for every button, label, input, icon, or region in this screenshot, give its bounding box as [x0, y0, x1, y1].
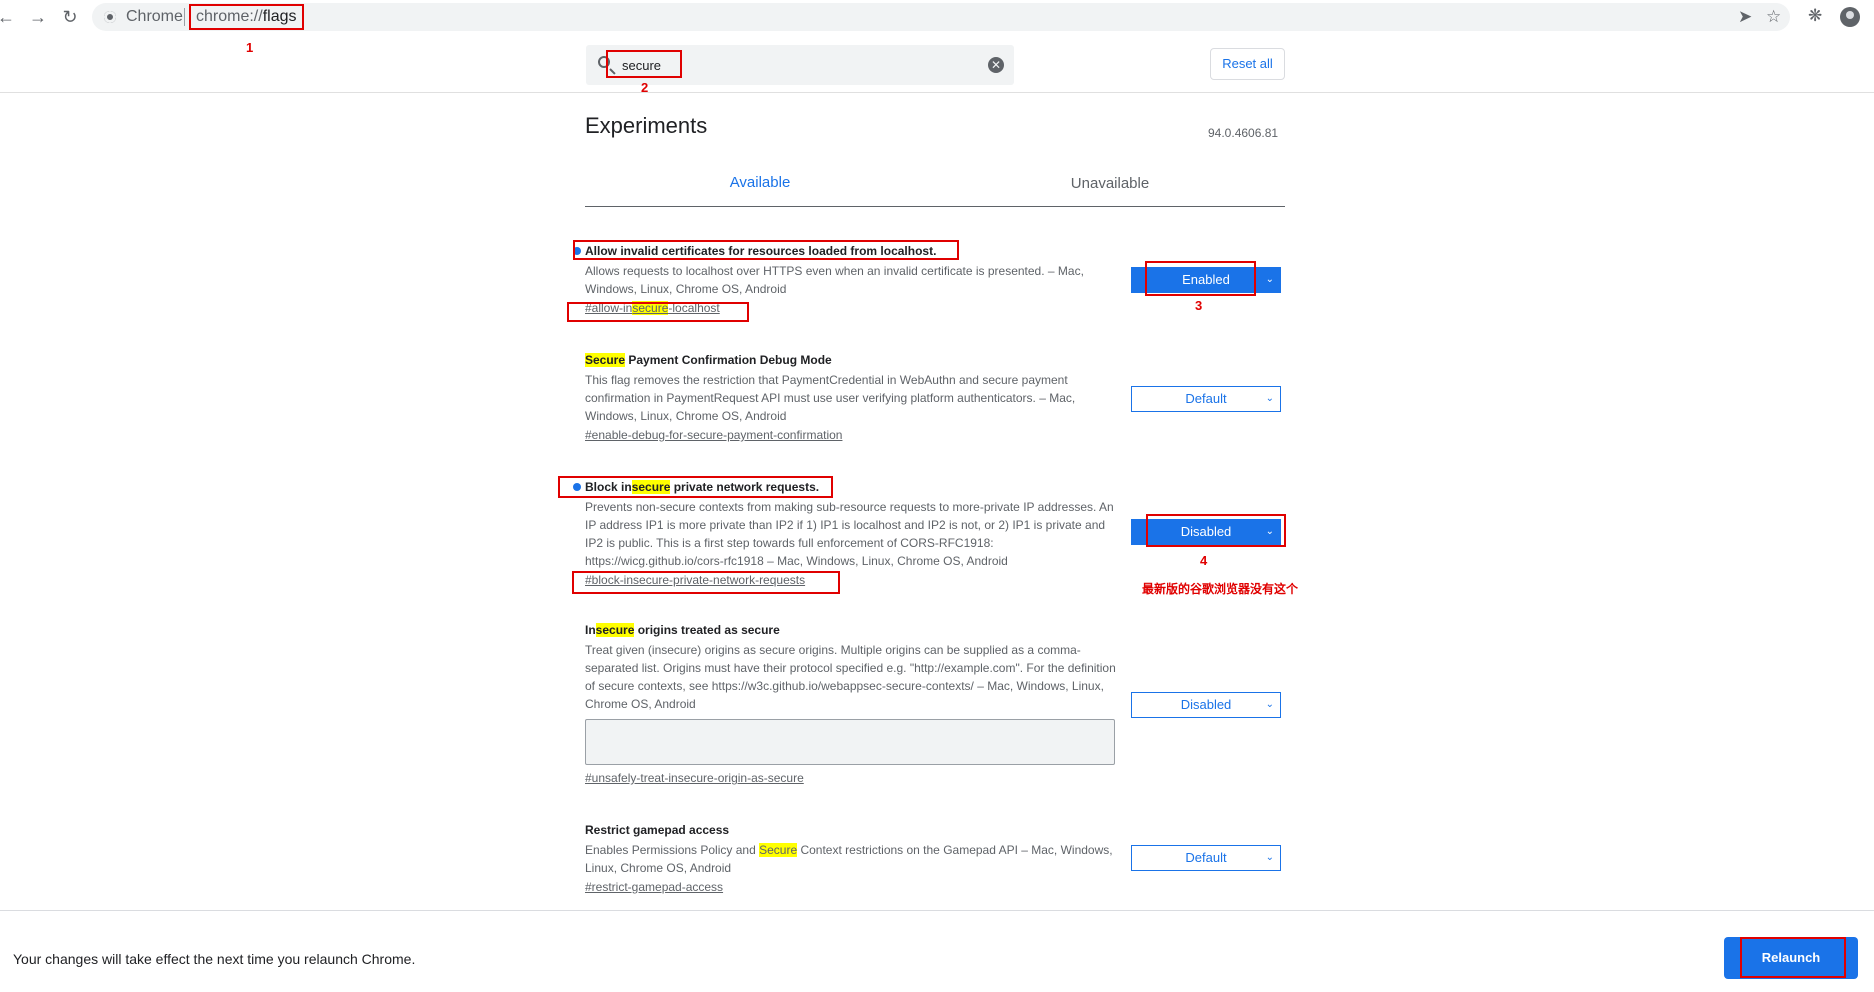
description-text: Enables Permissions Policy and: [585, 843, 760, 857]
annotation-number: 4: [1200, 553, 1208, 568]
url-text[interactable]: chrome://flags: [196, 8, 296, 26]
experiment-description: This flag removes the restriction that P…: [585, 373, 1076, 423]
address-separator: [184, 8, 185, 26]
search-icon: [598, 56, 610, 68]
annotation-number: 2: [641, 80, 649, 95]
experiment-title-text: In: [585, 623, 596, 637]
chevron-down-icon: ⌄: [1265, 393, 1274, 404]
experiment-title: Restrict gamepad access: [585, 823, 730, 837]
experiment-title: Allow invalid certificates for resources…: [573, 243, 1125, 259]
experiment-title: Secure Payment Confirmation Debug Mode: [585, 352, 1125, 368]
experiment-title: Insecure origins treated as secure: [585, 622, 1125, 638]
search-highlight: secure: [595, 623, 635, 637]
bookmark-star-icon[interactable]: ☆: [1766, 7, 1781, 27]
experiment-title-text: Block in: [585, 480, 632, 494]
extensions-puzzle-icon[interactable]: ❋: [1808, 6, 1822, 26]
chevron-down-icon: ⌄: [1265, 526, 1274, 537]
select-value: Disabled: [1180, 524, 1232, 539]
relaunch-bar: Your changes will take effect the next t…: [0, 910, 1874, 992]
experiment-link[interactable]: #block-insecure-private-network-requests: [585, 572, 805, 588]
modified-dot-icon: [573, 483, 581, 491]
back-arrow-icon[interactable]: ←: [0, 5, 18, 29]
url-scheme: chrome://: [196, 8, 263, 25]
profile-avatar-icon[interactable]: [1840, 7, 1860, 27]
experiment-description: Treat given (insecure) origins as secure…: [585, 643, 1116, 711]
origins-textarea[interactable]: [585, 719, 1115, 765]
experiment-link[interactable]: #unsafely-treat-insecure-origin-as-secur…: [585, 770, 804, 786]
modified-dot-icon: [573, 247, 581, 255]
select-value: Disabled: [1180, 697, 1232, 712]
experiment-item: Insecure origins treated as secure Treat…: [585, 622, 1125, 787]
flag-state-select[interactable]: Disabled ⌄: [1131, 692, 1281, 718]
link-text: #allow-in: [585, 301, 633, 315]
select-value: Enabled: [1182, 272, 1230, 287]
select-value: Default: [1185, 850, 1227, 865]
select-value: Default: [1185, 391, 1227, 406]
site-label: Chrome: [126, 8, 183, 25]
flag-state-select[interactable]: Default ⌄: [1131, 386, 1281, 412]
experiment-link[interactable]: #enable-debug-for-secure-payment-confirm…: [585, 427, 842, 443]
experiment-item: Block insecure private network requests.…: [573, 479, 1125, 589]
chevron-down-icon: ⌄: [1265, 274, 1274, 285]
experiment-title-text: Allow invalid certificates for resources…: [585, 244, 937, 258]
page-title: Experiments: [585, 113, 708, 138]
chevron-down-icon: ⌄: [1265, 699, 1274, 710]
send-icon[interactable]: ➤: [1738, 7, 1752, 27]
search-box[interactable]: ✕: [586, 45, 1014, 85]
tab-unavailable[interactable]: Unavailable: [935, 163, 1285, 207]
experiment-item: Secure Payment Confirmation Debug Mode T…: [585, 352, 1125, 444]
flags-header: ✕ Reset all: [0, 34, 1874, 93]
experiment-description: Allows requests to localhost over HTTPS …: [585, 264, 1084, 296]
experiment-item: Restrict gamepad access Enables Permissi…: [585, 822, 1125, 896]
flag-state-select[interactable]: Disabled ⌄: [1131, 519, 1281, 545]
experiment-title-text: origins treated as secure: [634, 623, 780, 637]
clear-search-icon[interactable]: ✕: [988, 57, 1004, 73]
link-text: -localhost: [668, 301, 720, 315]
experiment-item: Allow invalid certificates for resources…: [573, 243, 1125, 317]
reset-all-button[interactable]: Reset all: [1210, 48, 1285, 80]
browser-toolbar: ← → ↻ Chrome chrome://flags ➤ ☆ ❋: [0, 0, 1874, 35]
search-highlight: Secure: [585, 353, 626, 367]
tabs-divider: [585, 206, 1285, 207]
experiment-title-text: Payment Confirmation Debug Mode: [625, 353, 832, 367]
url-path: flags: [262, 8, 297, 25]
chrome-icon: [104, 11, 116, 23]
relaunch-message: Your changes will take effect the next t…: [13, 951, 416, 967]
experiment-description: Prevents non-secure contexts from making…: [585, 500, 1114, 568]
annotation-note: 最新版的谷歌浏览器没有这个: [1142, 582, 1299, 596]
experiment-title: Block insecure private network requests.: [573, 479, 1125, 495]
relaunch-button[interactable]: Relaunch: [1724, 937, 1858, 979]
reload-icon[interactable]: ↻: [58, 5, 82, 29]
flag-state-select[interactable]: Default ⌄: [1131, 845, 1281, 871]
search-highlight: secure: [631, 480, 671, 494]
annotation-number: 3: [1195, 298, 1203, 313]
version-number: 94.0.4606.81: [1208, 126, 1279, 140]
search-input[interactable]: [622, 55, 962, 75]
search-highlight: secure: [632, 301, 669, 315]
chevron-down-icon: ⌄: [1265, 852, 1274, 863]
search-highlight: Secure: [759, 843, 798, 857]
annotation-number: 1: [246, 40, 254, 55]
experiment-description: Enables Permissions Policy and Secure Co…: [585, 841, 1125, 877]
address-bar[interactable]: Chrome chrome://flags ➤ ☆: [92, 3, 1790, 31]
tab-available[interactable]: Available: [585, 163, 935, 207]
forward-arrow-icon[interactable]: →: [26, 5, 50, 29]
experiment-title-text: private network requests.: [670, 480, 820, 494]
flag-state-select[interactable]: Enabled ⌄: [1131, 267, 1281, 293]
experiment-link[interactable]: #allow-insecure-localhost: [585, 300, 720, 316]
experiment-link[interactable]: #restrict-gamepad-access: [585, 879, 723, 895]
